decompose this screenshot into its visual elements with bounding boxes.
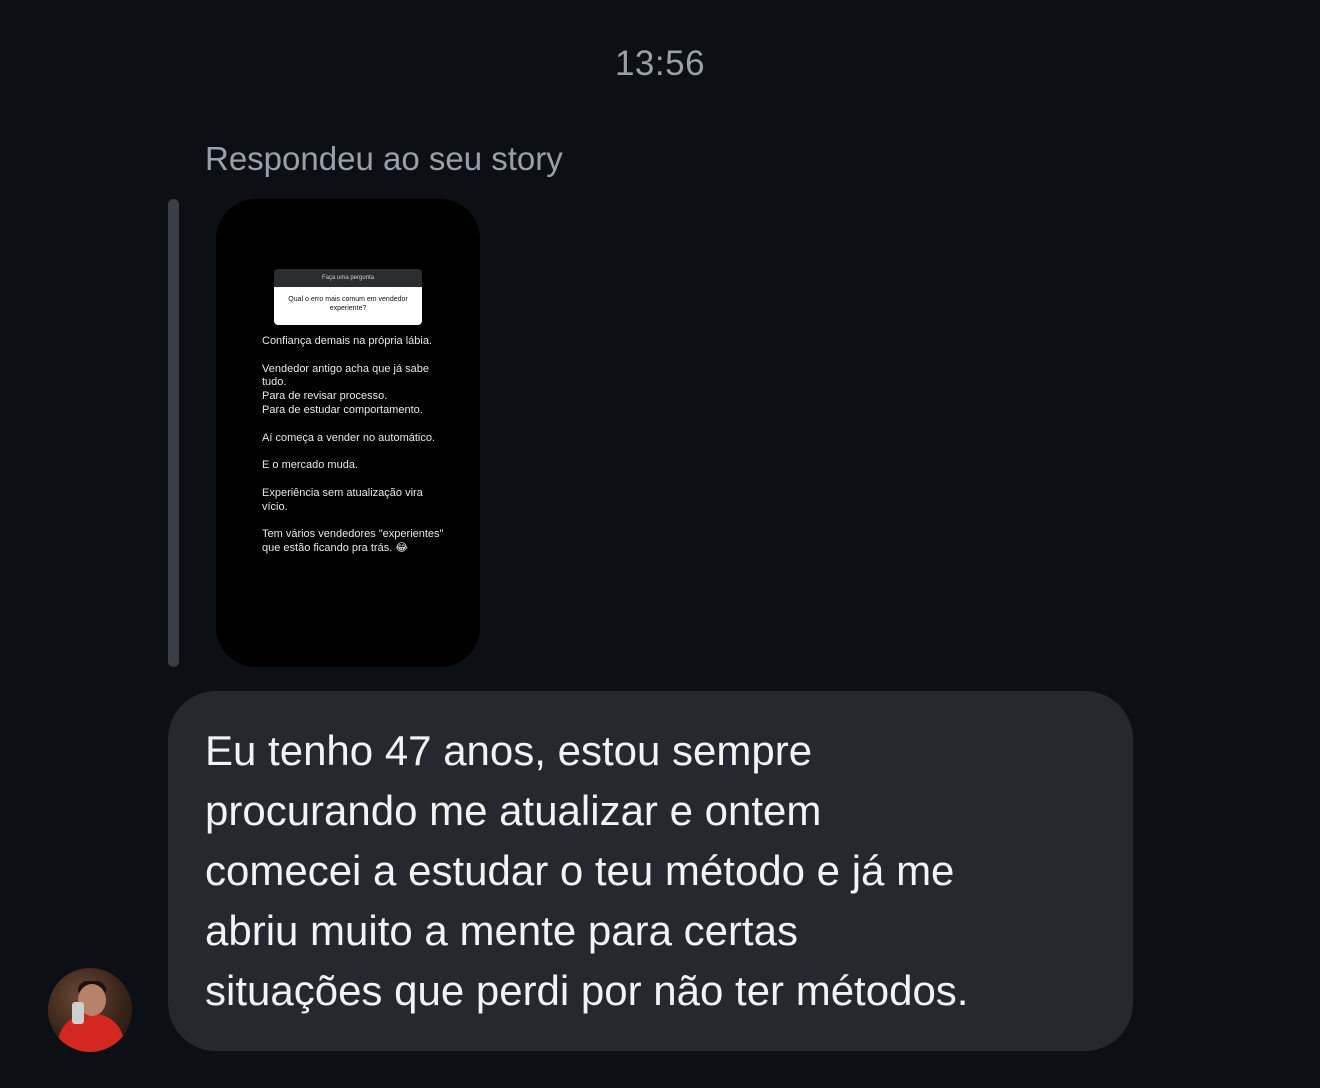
story-reply-label: Respondeu ao seu story bbox=[205, 140, 563, 177]
question-sticker-header: Faça uma pergunta bbox=[274, 269, 422, 287]
question-sticker-text: Qual o erro mais comum em vendedor exper… bbox=[274, 287, 422, 325]
message-bubble[interactable]: Eu tenho 47 anos, estou sempre procurand… bbox=[168, 691, 1133, 1051]
story-thumbnail[interactable]: Faça uma pergunta Qual o erro mais comum… bbox=[216, 199, 480, 667]
reply-indicator-bar bbox=[168, 199, 179, 667]
question-sticker: Faça uma pergunta Qual o erro mais comum… bbox=[274, 269, 422, 325]
chat-screen: 13:56 Respondeu ao seu story Faça uma pe… bbox=[0, 0, 1320, 1088]
avatar-shirt bbox=[58, 1014, 124, 1052]
message-text: Eu tenho 47 anos, estou sempre procurand… bbox=[205, 727, 969, 1014]
avatar-phone bbox=[72, 1002, 84, 1024]
sender-avatar[interactable] bbox=[48, 968, 132, 1052]
message-timestamp: 13:56 bbox=[614, 44, 706, 83]
story-answer-text: Confiança demais na própria lábia. Vende… bbox=[262, 335, 444, 554]
